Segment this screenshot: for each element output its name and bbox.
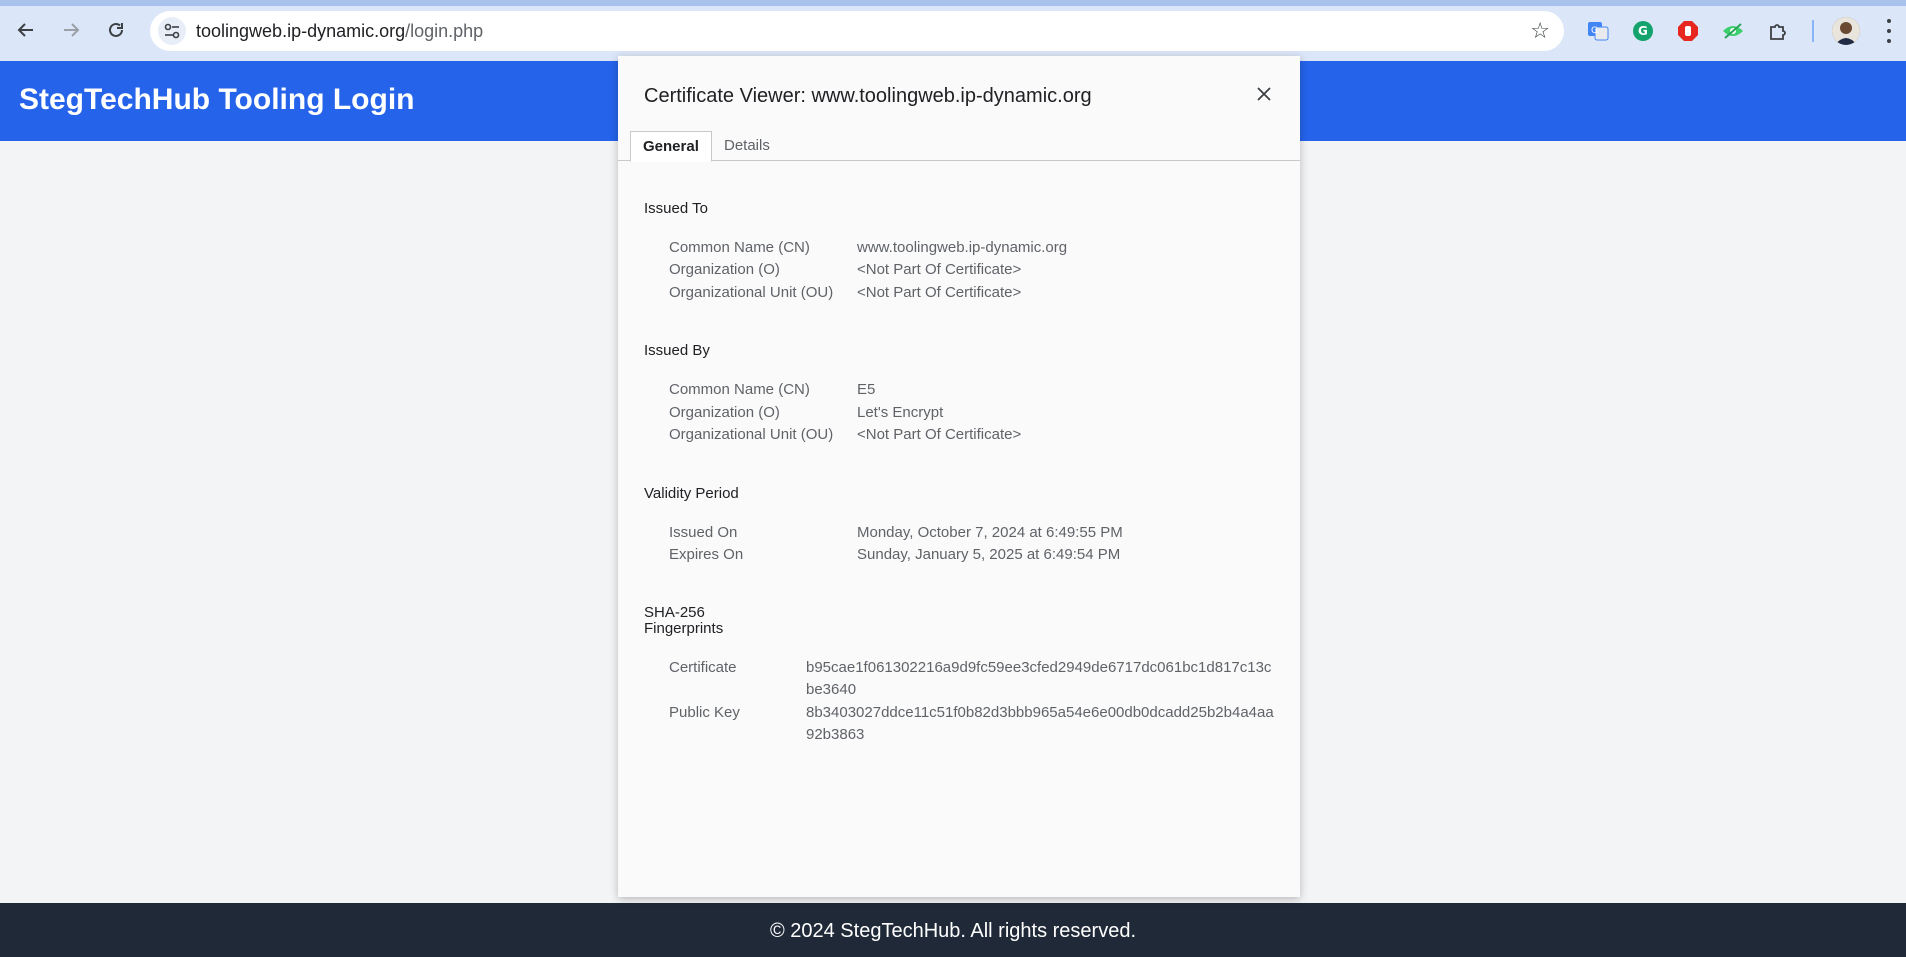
- tab-details[interactable]: Details: [712, 131, 782, 161]
- issued-to-ou-value: <Not Part Of Certificate>: [857, 284, 1022, 301]
- issued-to-cn-label: Common Name (CN): [669, 239, 810, 256]
- bookmark-star-icon[interactable]: ☆: [1530, 19, 1550, 43]
- issued-on-value: Monday, October 7, 2024 at 6:49:55 PM: [857, 524, 1123, 541]
- dialog-title: Certificate Viewer: www.toolingweb.ip-dy…: [644, 85, 1092, 107]
- more-menu-icon[interactable]: [1884, 16, 1894, 46]
- issued-to-heading: Issued To: [644, 200, 708, 217]
- issued-by-cn-value: E5: [857, 381, 876, 398]
- fingerprints-heading-line1: SHA-256: [644, 604, 705, 621]
- url-host: toolingweb.ip-dynamic.org: [196, 21, 406, 41]
- issued-to-o-label: Organization (O): [669, 261, 780, 278]
- url-text[interactable]: toolingweb.ip-dynamic.org/login.php: [196, 21, 483, 42]
- extensions-puzzle-icon[interactable]: [1765, 18, 1791, 44]
- svg-text:G: G: [1591, 26, 1598, 36]
- expires-on-value: Sunday, January 5, 2025 at 6:49:54 PM: [857, 546, 1121, 563]
- adblock-icon[interactable]: [1675, 18, 1701, 44]
- dialog-tabs: General Details: [618, 131, 1300, 162]
- issued-by-o-label: Organization (O): [669, 404, 780, 421]
- certificate-fp-value: b95cae1f061302216a9d9fc59ee3cfed2949de67…: [806, 659, 1272, 698]
- address-bar[interactable]: toolingweb.ip-dynamic.org/login.php ☆: [150, 11, 1564, 51]
- issued-to-ou-label: Organizational Unit (OU): [669, 284, 834, 301]
- browser-toolbar: toolingweb.ip-dynamic.org/login.php ☆ G …: [0, 0, 1906, 61]
- issued-by-heading: Issued By: [644, 342, 710, 359]
- certificate-viewer-dialog: Certificate Viewer: www.toolingweb.ip-dy…: [618, 56, 1300, 897]
- site-settings-icon[interactable]: [158, 17, 186, 45]
- page-footer: © 2024 StegTechHub. All rights reserved.: [0, 903, 1906, 957]
- issued-by-cn-label: Common Name (CN): [669, 381, 810, 398]
- tab-general[interactable]: General: [630, 131, 712, 162]
- url-path: /login.php: [405, 21, 484, 41]
- profile-avatar-icon[interactable]: [1832, 17, 1860, 45]
- certificate-fp-label: Certificate: [669, 659, 737, 676]
- issued-on-label: Issued On: [669, 524, 738, 541]
- fingerprints-heading-line2: Fingerprints: [644, 620, 724, 637]
- close-button[interactable]: [1252, 82, 1276, 106]
- issued-to-cn-value: www.toolingweb.ip-dynamic.org: [857, 239, 1068, 256]
- grammarly-icon[interactable]: G: [1630, 18, 1656, 44]
- forward-button[interactable]: [55, 14, 87, 46]
- issued-to-o-value: <Not Part Of Certificate>: [857, 261, 1022, 278]
- public-key-fp-value: 8b3403027ddce11c51f0b82d3bbb965a54e6e00d…: [806, 704, 1274, 743]
- issued-by-o-value: Let's Encrypt: [857, 404, 944, 421]
- back-button[interactable]: [10, 14, 42, 46]
- forward-arrow-icon: [64, 23, 80, 37]
- public-key-fp-label: Public Key: [669, 704, 740, 721]
- reload-button[interactable]: [100, 14, 132, 46]
- toolbar-separator: [1812, 20, 1814, 42]
- page-title: StegTechHub Tooling Login: [19, 83, 415, 116]
- reload-icon: [109, 22, 123, 37]
- footer-copyright: © 2024 StegTechHub. All rights reserved.: [769, 920, 1137, 942]
- back-arrow-icon: [17, 23, 33, 37]
- fingerprints-heading: SHA-256 Fingerprints: [644, 605, 744, 637]
- expires-on-label: Expires On: [669, 546, 744, 563]
- issued-by-ou-value: <Not Part Of Certificate>: [857, 426, 1022, 443]
- google-translate-icon[interactable]: G: [1585, 18, 1611, 44]
- validity-heading: Validity Period: [644, 485, 739, 502]
- eye-extension-icon[interactable]: [1720, 18, 1746, 44]
- issued-by-ou-label: Organizational Unit (OU): [669, 426, 834, 443]
- close-icon: [1257, 87, 1271, 101]
- svg-text:G: G: [1638, 24, 1648, 38]
